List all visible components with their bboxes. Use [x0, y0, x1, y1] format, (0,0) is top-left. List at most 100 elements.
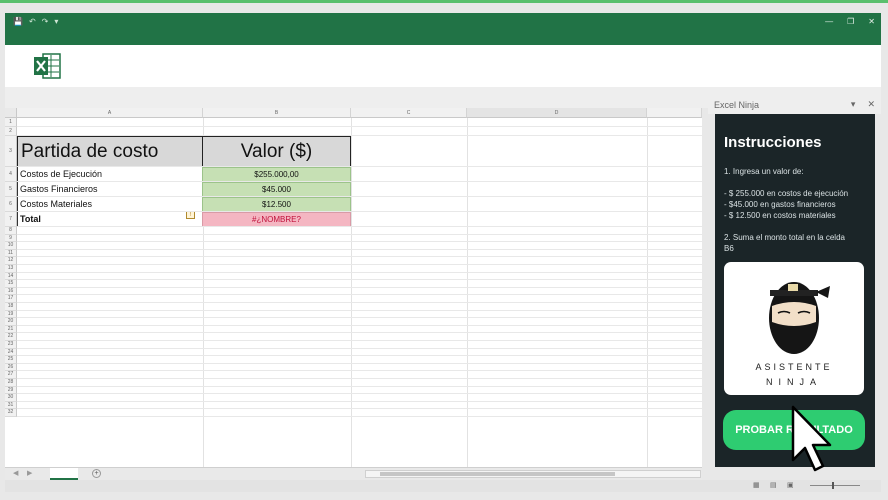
page-break-icon[interactable]: ▣ — [787, 481, 794, 489]
row-header[interactable]: 30 — [5, 394, 17, 402]
grid-line — [17, 196, 702, 197]
undo-icon[interactable]: ↶ — [29, 17, 36, 26]
row-header[interactable]: 14 — [5, 272, 17, 281]
page-layout-icon[interactable]: ▤ — [770, 481, 777, 489]
pane-options-icon[interactable]: ▾ — [851, 99, 856, 110]
row-header[interactable]: 19 — [5, 310, 17, 319]
cell-a4[interactable]: Costos de Ejecución — [17, 167, 203, 182]
row-header[interactable]: 22 — [5, 333, 17, 341]
row-header[interactable]: 28 — [5, 379, 17, 387]
zoom-slider-handle[interactable] — [832, 482, 834, 489]
grid-line — [17, 340, 702, 341]
zoom-slider[interactable] — [810, 485, 860, 486]
cell-b5[interactable]: $45.000 — [202, 182, 351, 197]
row-header[interactable]: 6 — [5, 197, 17, 212]
row-header[interactable]: 21 — [5, 325, 17, 334]
row-header[interactable]: 29 — [5, 386, 17, 395]
row-header[interactable]: 24 — [5, 348, 17, 357]
close-icon[interactable]: ✕ — [868, 17, 875, 26]
normal-view-icon[interactable]: ▦ — [753, 481, 760, 489]
cell-b6[interactable]: $12.500 — [202, 197, 351, 212]
minimize-icon[interactable]: — — [825, 17, 833, 26]
scroll-left-icon[interactable]: ◀ — [13, 469, 18, 477]
cell-b7-total[interactable]: #¿NOMBRE? — [202, 212, 351, 227]
grid-line — [17, 271, 702, 273]
cell-a5[interactable]: Gastos Financieros — [17, 182, 203, 197]
instruction-bullet-2: - $45.000 en gastos financieros — [724, 200, 836, 209]
grid-line — [17, 126, 702, 127]
row-header[interactable]: 31 — [5, 401, 17, 410]
ribbon — [5, 45, 881, 87]
row-header[interactable]: 20 — [5, 318, 17, 326]
grid-line — [17, 211, 702, 212]
redo-icon[interactable]: ↷ — [42, 17, 49, 26]
error-warning-icon[interactable]: ! — [186, 211, 195, 219]
spreadsheet-grid[interactable]: A B C D Partida de costo Valor ($) Costo… — [5, 108, 702, 467]
column-header-d[interactable]: D — [467, 108, 647, 118]
grid-line — [351, 118, 352, 467]
top-accent-bar — [0, 0, 888, 3]
pane-close-icon[interactable]: ✕ — [867, 99, 875, 110]
row-header[interactable]: 2 — [5, 127, 17, 136]
cell-a6[interactable]: Costos Materiales — [17, 197, 203, 212]
add-sheet-icon[interactable]: + — [92, 469, 101, 478]
row-header[interactable]: 25 — [5, 356, 17, 364]
row-header[interactable]: 9 — [5, 234, 17, 243]
column-header-a[interactable]: A — [17, 108, 203, 118]
status-bar: ▦ ▤ ▣ — [5, 480, 881, 492]
column-header-e[interactable] — [647, 108, 702, 118]
row-header[interactable]: 10 — [5, 242, 17, 250]
restore-icon[interactable]: ❐ — [847, 17, 854, 26]
cell-b4[interactable]: $255.000,00 — [202, 167, 351, 182]
grid-line — [17, 166, 702, 167]
save-icon[interactable]: 💾 — [13, 17, 23, 26]
mouse-pointer-icon — [791, 405, 832, 472]
sheet-tab-active[interactable] — [50, 468, 78, 480]
grid-line — [17, 324, 702, 326]
cell-a3-header[interactable]: Partida de costo — [17, 136, 203, 167]
grid-line — [17, 370, 702, 372]
row-header[interactable]: 23 — [5, 341, 17, 349]
row-header[interactable]: 1 — [5, 118, 17, 127]
select-all-corner[interactable] — [5, 108, 17, 118]
grid-line — [647, 118, 648, 467]
row-header[interactable]: 18 — [5, 303, 17, 311]
grid-line — [17, 355, 702, 357]
grid-line — [17, 181, 702, 182]
quick-access-toolbar: 💾 ↶ ↷ ▾ — [13, 17, 58, 26]
grid-line — [17, 279, 702, 281]
window-controls: — ❐ ✕ — [825, 17, 875, 26]
row-header[interactable]: 32 — [5, 409, 17, 417]
row-header[interactable]: 15 — [5, 280, 17, 288]
cell-a7-total[interactable]: Total — [17, 212, 203, 227]
grid-line — [17, 309, 702, 311]
instructions-heading: Instrucciones — [724, 134, 822, 151]
scrollbar-thumb[interactable] — [380, 472, 615, 476]
grid-line — [17, 241, 702, 243]
row-header[interactable]: 26 — [5, 363, 17, 372]
row-header[interactable]: 17 — [5, 295, 17, 303]
row-header[interactable]: 7 — [5, 212, 17, 227]
row-header[interactable]: 5 — [5, 182, 17, 197]
horizontal-scrollbar[interactable] — [365, 470, 701, 478]
row-header[interactable]: 3 — [5, 136, 17, 167]
row-header[interactable]: 12 — [5, 257, 17, 265]
row-header[interactable]: 11 — [5, 249, 17, 258]
row-header[interactable]: 8 — [5, 227, 17, 235]
grid-line — [17, 294, 702, 296]
column-header-c[interactable]: C — [351, 108, 467, 118]
row-header[interactable]: 27 — [5, 371, 17, 379]
row-header[interactable]: 16 — [5, 287, 17, 296]
row-header[interactable]: 4 — [5, 167, 17, 182]
scroll-right-icon[interactable]: ▶ — [27, 469, 32, 477]
ninja-mascot-icon — [769, 282, 830, 354]
cell-b3-header[interactable]: Valor ($) — [202, 136, 351, 167]
column-header-b[interactable]: B — [203, 108, 351, 118]
brand-line-1: ASISTENTE — [755, 362, 833, 372]
row-header[interactable]: 13 — [5, 265, 17, 273]
grid-line — [17, 347, 702, 349]
customize-icon[interactable]: ▾ — [54, 17, 58, 26]
instruction-bullet-1: - $ 255.000 en costos de ejecución — [724, 189, 849, 198]
grid-line — [17, 400, 702, 402]
task-pane-title: Excel Ninja — [714, 100, 760, 110]
